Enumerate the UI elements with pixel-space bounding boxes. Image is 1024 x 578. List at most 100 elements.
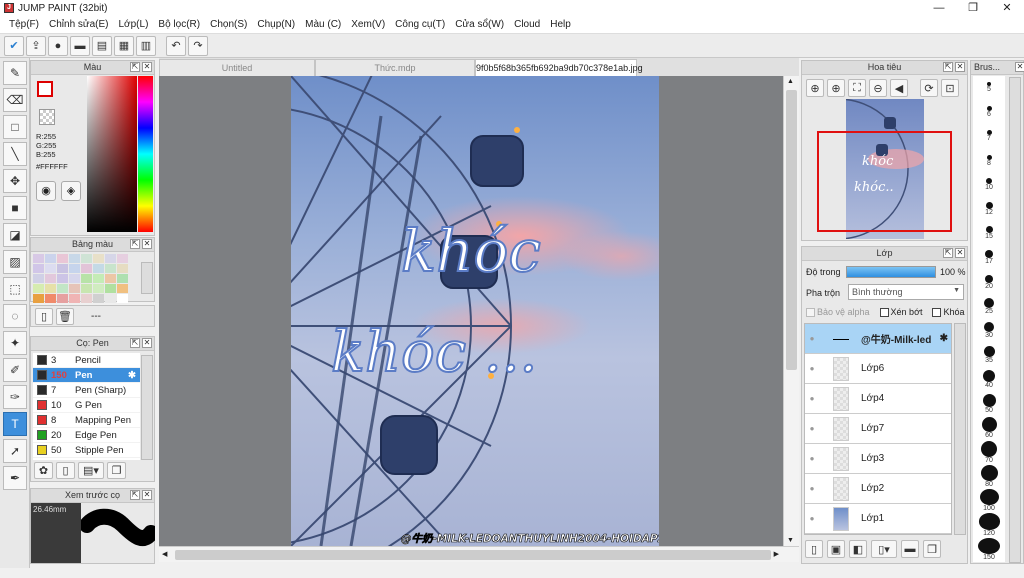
document-icon[interactable]: ▤ bbox=[92, 35, 112, 56]
visibility-icon[interactable]: ● bbox=[805, 514, 819, 523]
scroll-left-icon[interactable]: ◀ bbox=[162, 550, 167, 558]
copy-brush-icon[interactable]: ❐ bbox=[107, 462, 126, 479]
panel-close-icon[interactable]: ✕ bbox=[1015, 62, 1024, 72]
undock-icon[interactable]: ⇱ bbox=[130, 338, 140, 348]
close-button[interactable]: ✕ bbox=[990, 0, 1024, 16]
zoom-in-icon[interactable]: ⊕ bbox=[806, 79, 824, 97]
brush-item[interactable]: 150 Pen ✱ bbox=[33, 368, 140, 383]
transparent-color-swatch[interactable] bbox=[39, 109, 55, 125]
palette-swatch[interactable] bbox=[81, 284, 92, 293]
folder-icon[interactable]: ▬ bbox=[901, 540, 919, 558]
rectangle-tool-icon[interactable]: □ bbox=[3, 115, 27, 139]
scroll-down-icon[interactable]: ▼ bbox=[787, 537, 794, 544]
operation-tool-icon[interactable]: ➚ bbox=[3, 439, 27, 463]
palette-swatch[interactable] bbox=[117, 274, 128, 283]
brush-size-option[interactable]: 15 bbox=[973, 222, 1005, 246]
text-tool-icon[interactable]: T bbox=[3, 412, 27, 436]
visibility-icon[interactable]: ● bbox=[805, 484, 819, 493]
scroll-up-icon[interactable]: ▲ bbox=[787, 78, 794, 85]
palette-swatch[interactable] bbox=[81, 294, 92, 303]
brush-size-option[interactable]: 20 bbox=[973, 270, 1005, 294]
brush-size-option[interactable]: 7 bbox=[973, 125, 1005, 149]
brush-size-scrollbar[interactable] bbox=[1009, 77, 1021, 563]
palette-swatch[interactable] bbox=[117, 254, 128, 263]
palette-swatch[interactable] bbox=[117, 294, 128, 303]
brush-size-option[interactable]: 80 bbox=[973, 464, 1005, 489]
duplicate-layer-icon[interactable]: ❐ bbox=[923, 540, 941, 558]
palette-swatch[interactable] bbox=[105, 294, 116, 303]
panel-close-icon[interactable]: ✕ bbox=[142, 239, 152, 249]
menu-tools[interactable]: Công cụ(T) bbox=[390, 19, 450, 30]
palette-swatch[interactable] bbox=[57, 294, 68, 303]
blend-mode-select[interactable]: Bình thường ▼ bbox=[848, 284, 964, 300]
palette-swatch[interactable] bbox=[57, 254, 68, 263]
move-tool-icon[interactable]: ✥ bbox=[3, 169, 27, 193]
canvas-text-line1[interactable]: khóc bbox=[400, 216, 542, 286]
line-tool-icon[interactable]: ╲ bbox=[3, 142, 27, 166]
scroll-right-icon[interactable]: ▶ bbox=[774, 550, 779, 558]
layer-row[interactable]: ● Lớp6 bbox=[805, 354, 951, 384]
lock-checkbox[interactable]: Khóa bbox=[932, 307, 965, 317]
palette-swatch[interactable] bbox=[105, 264, 116, 273]
undock-icon[interactable]: ⇱ bbox=[943, 62, 953, 72]
layer-menu-icon[interactable]: ▯▾ bbox=[871, 540, 897, 558]
canvas-horizontal-scrollbar[interactable]: ◀ ▶ bbox=[159, 546, 799, 562]
brush-size-option[interactable]: 30 bbox=[973, 319, 1005, 343]
palette-swatch[interactable] bbox=[93, 254, 104, 263]
menu-filter[interactable]: Bộ lọc(R) bbox=[153, 19, 205, 30]
layer-list-scrollbar[interactable] bbox=[954, 323, 966, 535]
layer-row[interactable]: ● @牛奶-Milk-led ✱ bbox=[805, 324, 951, 354]
palette-swatch[interactable] bbox=[69, 284, 80, 293]
brush-list-scrollbar[interactable] bbox=[141, 355, 153, 460]
reset-view-icon[interactable]: ⊡ bbox=[941, 79, 959, 97]
palette-swatch[interactable] bbox=[45, 284, 56, 293]
color-wheel-icon[interactable]: ◉ bbox=[36, 181, 56, 201]
check-icon[interactable]: ✔ bbox=[4, 35, 24, 56]
layer-row[interactable]: ● Lớp3 bbox=[805, 444, 951, 474]
brush-size-option[interactable]: 50 bbox=[973, 392, 1005, 416]
panel-close-icon[interactable]: ✕ bbox=[142, 62, 152, 72]
redo-icon[interactable]: ↷ bbox=[188, 35, 208, 56]
visibility-icon[interactable]: ● bbox=[805, 394, 819, 403]
tab-active-image[interactable]: 9f0b5f68b365fb692ba9db70c378e1ab.jpg bbox=[475, 59, 643, 76]
comment-icon[interactable]: ▬ bbox=[70, 35, 90, 56]
brush-size-option[interactable]: 60 bbox=[973, 416, 1005, 440]
menu-color[interactable]: Màu (C) bbox=[300, 19, 346, 30]
layer-settings-icon[interactable]: ✱ bbox=[940, 333, 948, 344]
hue-slider[interactable] bbox=[138, 76, 153, 232]
undock-icon[interactable]: ⇱ bbox=[130, 239, 140, 249]
layer-row[interactable]: ● Lớp7 bbox=[805, 414, 951, 444]
vertical-scroll-thumb[interactable] bbox=[786, 90, 797, 370]
palette-swatch[interactable] bbox=[57, 274, 68, 283]
pan-left-icon[interactable]: ◀ bbox=[890, 79, 908, 97]
magic-wand-tool-icon[interactable]: ✦ bbox=[3, 331, 27, 355]
visibility-icon[interactable]: ● bbox=[805, 364, 819, 373]
menu-view[interactable]: Xem(V) bbox=[346, 19, 390, 30]
layer-row[interactable]: ● Lớp4 bbox=[805, 384, 951, 414]
clipping-checkbox[interactable]: Xén bớt bbox=[879, 307, 922, 317]
lasso-tool-icon[interactable]: ◌ bbox=[3, 304, 27, 328]
palette-swatch[interactable] bbox=[33, 254, 44, 263]
export-icon[interactable]: ⇪ bbox=[26, 35, 46, 56]
brush-settings-icon[interactable]: ✱ bbox=[128, 370, 136, 381]
select-eraser-tool-icon[interactable]: ✑ bbox=[3, 385, 27, 409]
palette-swatch[interactable] bbox=[105, 254, 116, 263]
brush-size-option[interactable]: 35 bbox=[973, 343, 1005, 367]
brush-item[interactable]: 50 Stipple Pen bbox=[33, 443, 140, 458]
speech-bubble-icon[interactable]: ● bbox=[48, 35, 68, 56]
brush-item[interactable]: 8 Mapping Pen bbox=[33, 413, 140, 428]
palette-swatch[interactable] bbox=[33, 284, 44, 293]
palette-scrollbar[interactable] bbox=[141, 262, 153, 294]
new-folder-layer-icon[interactable]: ▣ bbox=[827, 540, 845, 558]
fill-rect-tool-icon[interactable]: ■ bbox=[3, 196, 27, 220]
palette-swatch[interactable] bbox=[69, 264, 80, 273]
panel-close-icon[interactable]: ✕ bbox=[955, 62, 965, 72]
undock-icon[interactable]: ⇱ bbox=[130, 62, 140, 72]
brush-settings-icon[interactable]: ✿ bbox=[34, 462, 53, 479]
minimize-button[interactable]: — bbox=[922, 0, 956, 16]
layer-mask-icon[interactable]: ◧ bbox=[849, 540, 867, 558]
palette-swatch[interactable] bbox=[105, 284, 116, 293]
palette-swatch[interactable] bbox=[57, 284, 68, 293]
palette-swatch[interactable] bbox=[45, 274, 56, 283]
visibility-icon[interactable]: ● bbox=[805, 334, 819, 343]
